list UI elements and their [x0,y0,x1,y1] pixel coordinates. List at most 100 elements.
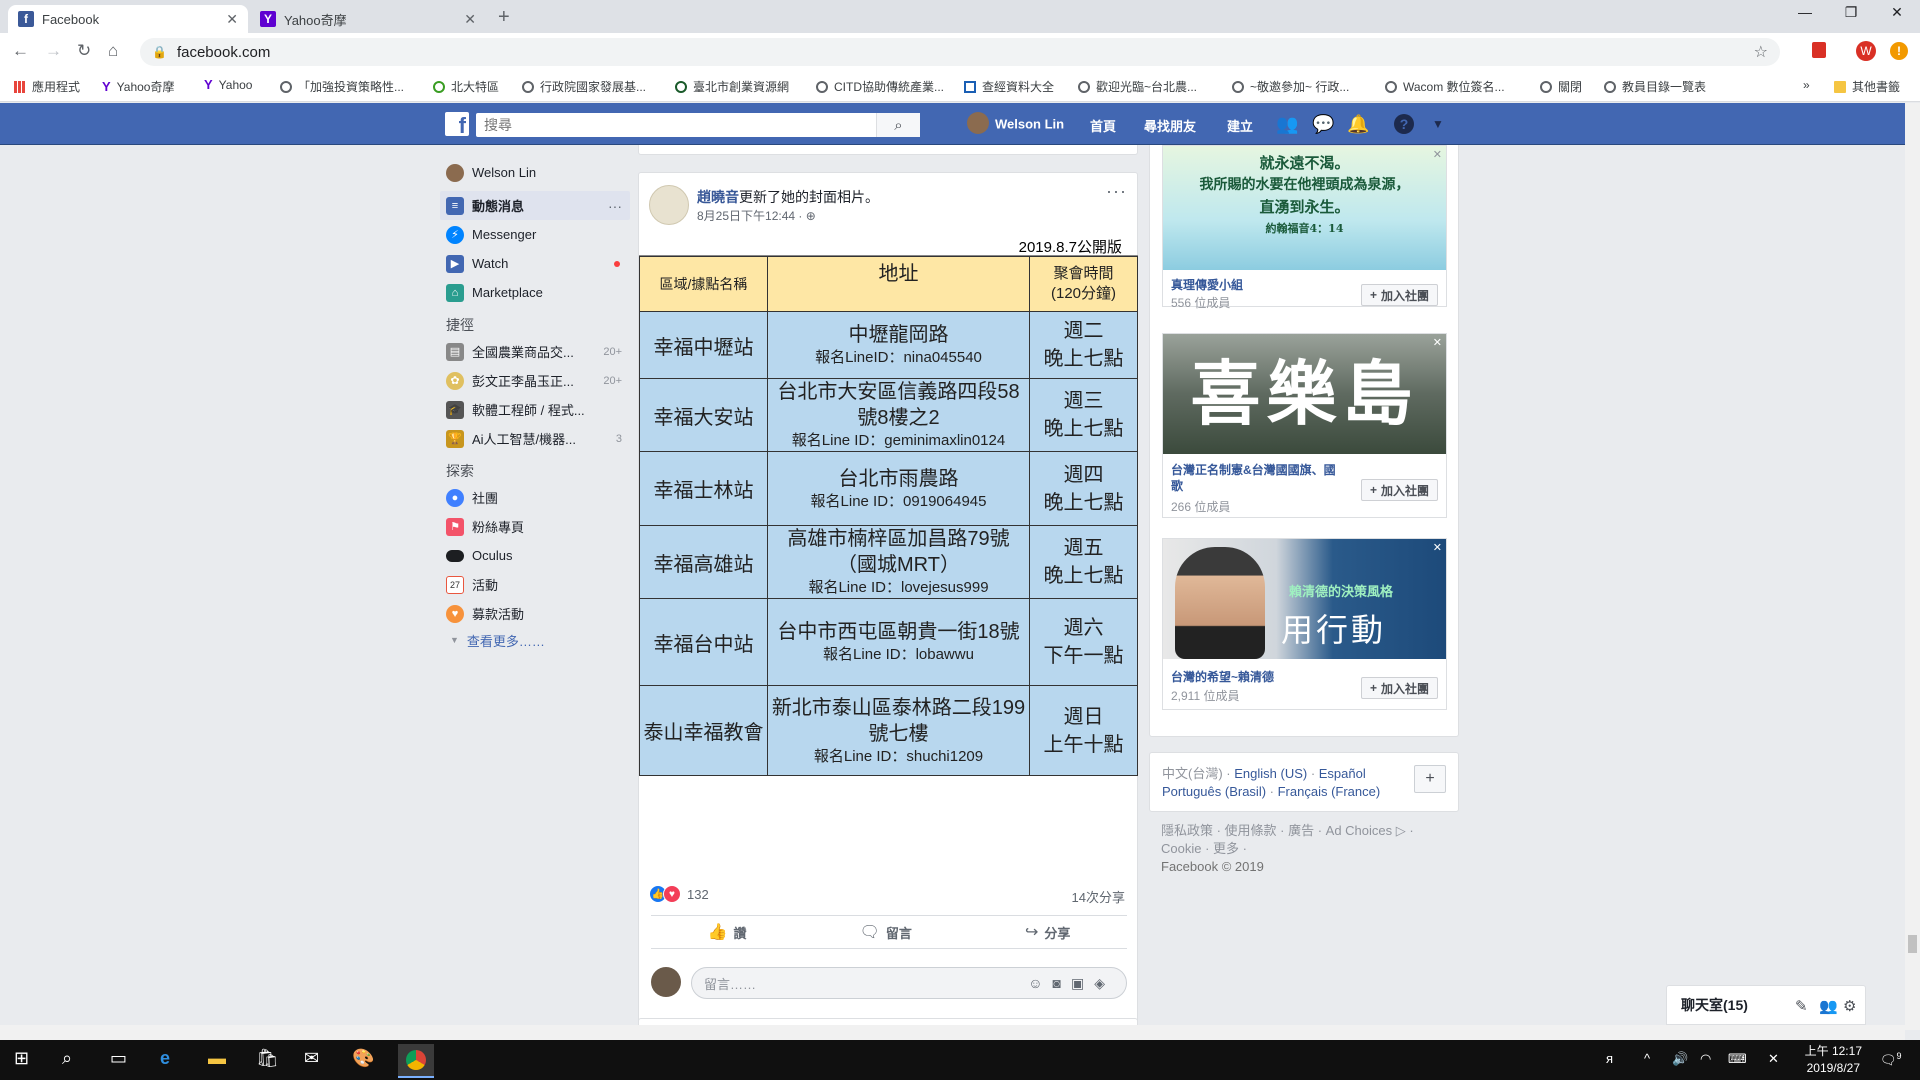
tab-yahoo[interactable]: Y Yahoo奇摩 ✕ [250,5,486,33]
notifications-icon[interactable]: 🔔 [1347,114,1369,135]
facebook-logo-icon[interactable]: f [445,112,469,136]
gear-icon[interactable]: ⚙ [1843,997,1856,1015]
horizontal-scrollbar[interactable] [0,1025,1905,1040]
bookmark-yahoo[interactable]: Y Yahoo [204,78,252,92]
language-link[interactable]: Português (Brasil) [1162,784,1266,799]
search-icon[interactable]: ⌕ [62,1048,72,1069]
sidebar-item-messenger[interactable]: ⚡ Messenger [440,220,630,249]
bookmark-item[interactable]: 北大特區 [433,78,499,95]
tray-expand-icon[interactable]: ^ [1644,1051,1650,1066]
group-name[interactable]: 台灣正名制憲&台灣國國旗、國歌 [1171,462,1341,494]
sidebar-item-events[interactable]: 27 活動 [440,570,630,599]
home-link[interactable]: 首頁 [1090,116,1116,135]
bookmark-yahoo-tw[interactable]: Y Yahoo奇摩 [102,78,174,95]
share-count[interactable]: 14次分享 [1072,887,1125,906]
join-group-button[interactable]: + 加入社團 [1360,677,1438,699]
more-options-icon[interactable]: ··· [608,198,622,214]
window-close-icon[interactable]: ✕ [1874,4,1920,21]
language-link[interactable]: Français (France) [1278,784,1381,799]
search-icon[interactable]: ⌕ [876,113,920,137]
post-timestamp[interactable]: 8月25日下午12:44 · ⊕ [697,207,816,224]
reaction-summary[interactable]: 👍 ♥ 132 [649,885,709,903]
close-icon[interactable]: ✕ [226,11,238,28]
system-clock[interactable]: 上午 12:17 2019/8/27 [1805,1043,1862,1077]
bookmark-item[interactable]: 教員目錄一覽表 [1604,78,1706,95]
scrollbar-thumb[interactable] [1908,935,1917,953]
group-card[interactable]: 就永遠不渴。 我所賜的水要在他裡頭成為泉源， 直湧到永生。 約翰福音4：14 ✕… [1162,145,1447,310]
sidebar-item-profile[interactable]: Welson Lin [440,158,630,187]
emoji-icon[interactable]: ☺ [1028,975,1052,991]
dismiss-icon[interactable]: ✕ [1433,541,1442,554]
profile-link[interactable]: Welson Lin [967,112,1064,134]
sticker-icon[interactable]: ◈ [1094,975,1115,991]
home-icon[interactable]: ⌂ [108,41,118,61]
new-group-icon[interactable]: 👥 [1819,997,1838,1015]
bookmark-item[interactable]: 臺北市創業資源網 [675,78,789,95]
update-alert-icon[interactable]: ! [1890,42,1908,60]
share-button[interactable]: ↪ 分享 [1025,922,1070,942]
group-name[interactable]: 台灣的希望~賴清德 [1171,669,1341,685]
account-menu-icon[interactable]: ▼ [1432,117,1444,131]
sidebar-item-watch[interactable]: ▶ Watch [440,249,630,278]
wifi-icon[interactable]: ◠ [1700,1051,1711,1067]
help-icon[interactable]: ? [1394,114,1414,134]
dismiss-icon[interactable]: ✕ [1433,336,1442,349]
tab-facebook[interactable]: f Facebook ✕ [8,5,248,33]
more-languages-button[interactable]: + [1414,765,1446,793]
file-explorer-icon[interactable]: ▬ [208,1048,226,1069]
forward-icon[interactable]: → [45,41,62,61]
close-icon[interactable]: ✕ [464,11,476,28]
sidebar-shortcut[interactable]: 🏆 Ai人工智慧/機器... 3 [440,424,630,453]
volume-icon[interactable]: 🔊 [1672,1051,1688,1067]
messenger-icon[interactable]: 💬 [1312,114,1334,135]
sidebar-shortcut[interactable]: ▤ 全國農業商品交... 20+ [440,337,630,366]
bookmark-item[interactable]: CITD協助傳統產業... [816,78,944,95]
new-tab-icon[interactable]: + [498,6,510,29]
sidebar-item-marketplace[interactable]: ⌂ Marketplace [440,278,630,307]
language-link[interactable]: Español [1319,766,1366,781]
bookmark-item[interactable]: 「加強投資策略性... [280,78,404,95]
sidebar-shortcut[interactable]: ✿ 彭文正李晶玉正... 20+ [440,366,630,395]
language-link[interactable]: English (US) [1234,766,1307,781]
profile-avatar-icon[interactable]: W [1856,41,1876,61]
see-more-link[interactable]: ▼ 查看更多…… [440,628,630,652]
create-link[interactable]: 建立 [1227,116,1253,135]
search-input[interactable] [476,113,920,137]
extension-icon[interactable] [1812,42,1826,58]
sidebar-item-fundraisers[interactable]: ♥ 募款活動 [440,599,630,628]
sidebar-item-groups[interactable]: ● 社團 [440,483,630,512]
reload-icon[interactable]: ↻ [77,41,91,61]
bookmark-item[interactable]: ~敬邀參加~ 行政... [1232,78,1349,95]
new-message-icon[interactable]: ✎ [1795,997,1808,1015]
bookmark-item[interactable]: 關閉 [1540,78,1582,95]
sidebar-item-newsfeed[interactable]: ≡ 動態消息 ··· [440,191,630,220]
footer-links-line[interactable]: 隱私政策 · 使用條款 · 廣告 · Ad Choices ▷ · [1161,822,1451,840]
group-name[interactable]: 真理傳愛小組 [1171,277,1341,293]
join-group-button[interactable]: + 加入社團 [1360,479,1438,501]
task-view-icon[interactable]: ▭ [110,1048,127,1069]
bookmark-item[interactable]: 查經資料大全 [964,78,1054,95]
group-card[interactable]: 喜樂島 ✕ 台灣正名制憲&台灣國國旗、國歌 266 位成員 + 加入社團 [1162,333,1447,518]
address-bar[interactable]: 🔒 facebook.com ☆ [140,38,1780,66]
join-group-button[interactable]: + 加入社團 [1360,284,1438,306]
vertical-scrollbar[interactable] [1905,103,1920,1030]
footer-links-line[interactable]: Cookie · 更多 · [1161,840,1451,858]
bookmarks-overflow[interactable]: » [1803,78,1810,92]
find-friends-link[interactable]: 尋找朋友 [1144,116,1196,135]
avatar[interactable] [649,185,689,225]
paint-icon[interactable]: 🎨 [352,1048,374,1069]
sidebar-item-oculus[interactable]: Oculus [440,541,630,570]
bookmark-item[interactable]: 歡迎光臨~台北農... [1078,78,1197,95]
sidebar-shortcut[interactable]: 🎓 軟體工程師 / 程式... [440,395,630,424]
restore-icon[interactable]: ❐ [1828,4,1874,21]
camera-icon[interactable]: ◙ [1053,975,1071,991]
like-button[interactable]: 👍 讚 [708,922,747,942]
store-icon[interactable]: 🛍 [256,1048,279,1069]
chat-sidebar-toggle[interactable]: 聊天室(15) ✎ 👥 ⚙ [1666,985,1866,1025]
ime-icon[interactable]: ✕ [1768,1051,1779,1067]
bookmark-other[interactable]: 其他書籤 [1834,78,1900,95]
mail-icon[interactable]: ✉ [304,1048,319,1069]
comment-button[interactable]: 🗨 留言 [860,922,912,942]
windows-start-icon[interactable]: ⊞ [14,1048,29,1069]
keyboard-icon[interactable]: ⌨ [1728,1051,1747,1067]
